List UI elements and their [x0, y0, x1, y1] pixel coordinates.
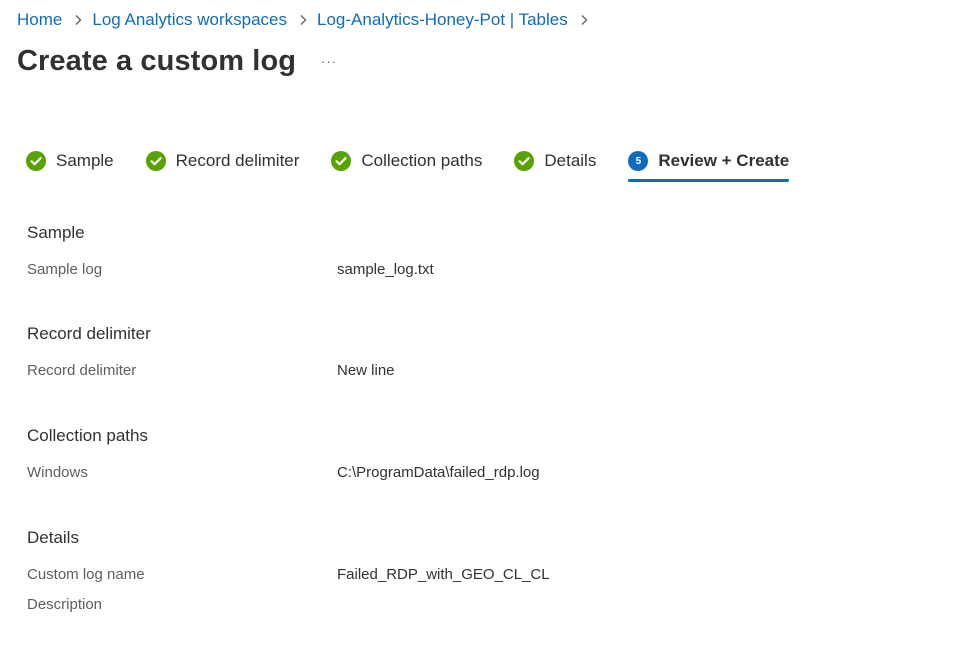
tab-review-create-label: Review + Create: [658, 151, 790, 170]
sample-log-value: sample_log.txt: [337, 261, 434, 278]
breadcrumb-home-link[interactable]: Home: [17, 9, 62, 31]
custom-log-name-value: Failed_RDP_with_GEO_CL_CL: [337, 566, 550, 583]
record-delimiter-label: Record delimiter: [27, 362, 137, 379]
windows-path-label: Windows: [27, 464, 88, 481]
wizard-steps: Sample Record delimiter Collection paths…: [26, 146, 821, 184]
tab-record-delimiter[interactable]: Record delimiter: [145, 146, 300, 176]
tab-review-create[interactable]: 5 Review + Create: [628, 146, 790, 182]
section-heading-details: Details: [27, 528, 79, 547]
section-heading-collection-paths: Collection paths: [27, 426, 148, 445]
breadcrumb-workspace-tables-link[interactable]: Log-Analytics-Honey-Pot | Tables: [317, 9, 568, 31]
windows-path-value: C:\ProgramData\failed_rdp.log: [337, 464, 540, 481]
chevron-right-icon: [576, 12, 592, 28]
breadcrumb: Home Log Analytics workspaces Log-Analyt…: [17, 9, 598, 31]
page-title: Create a custom log: [17, 45, 297, 77]
record-delimiter-value: New line: [337, 362, 395, 379]
tab-details-label: Details: [544, 151, 597, 170]
tab-details[interactable]: Details: [514, 146, 596, 176]
section-heading-sample: Sample: [27, 223, 85, 242]
more-options-button[interactable]: ···: [316, 50, 342, 72]
check-circle-icon: [514, 151, 535, 171]
section-heading-record-delimiter: Record delimiter: [27, 324, 151, 343]
step-number-badge: 5: [628, 151, 649, 171]
ellipsis-icon: ···: [321, 53, 337, 69]
tab-collection-paths[interactable]: Collection paths: [331, 146, 482, 176]
check-circle-icon: [145, 151, 166, 171]
tab-sample[interactable]: Sample: [26, 146, 114, 176]
custom-log-name-label: Custom log name: [27, 566, 145, 583]
sample-log-label: Sample log: [27, 261, 103, 278]
breadcrumb-log-analytics-workspaces-link[interactable]: Log Analytics workspaces: [92, 9, 287, 31]
check-circle-icon: [331, 151, 352, 171]
description-label: Description: [27, 596, 103, 613]
tab-record-delimiter-label: Record delimiter: [175, 151, 300, 170]
tab-sample-label: Sample: [56, 151, 114, 170]
chevron-right-icon: [70, 12, 86, 28]
tab-collection-paths-label: Collection paths: [361, 151, 483, 170]
check-circle-icon: [26, 151, 46, 171]
chevron-right-icon: [295, 12, 311, 28]
